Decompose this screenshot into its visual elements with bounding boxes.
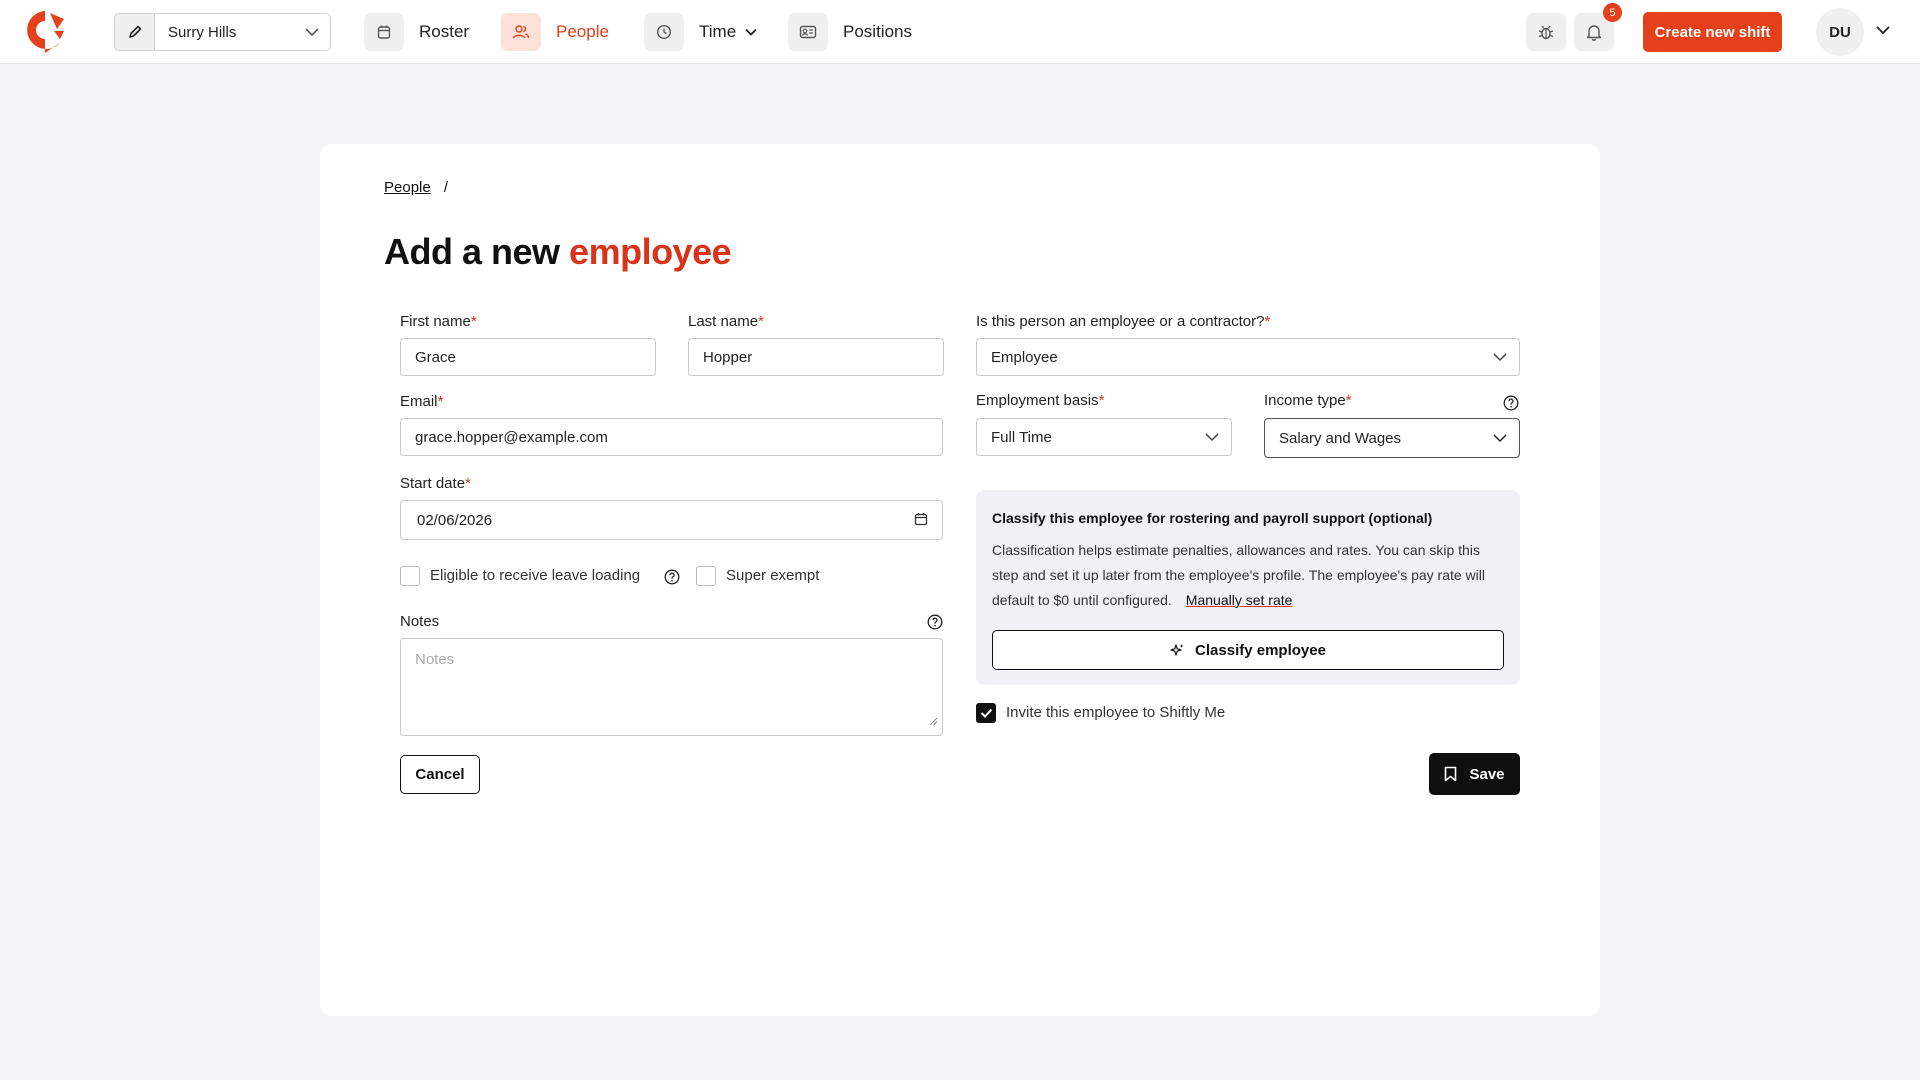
employment-basis-label: Employment basis*: [976, 392, 1104, 409]
notification-count-badge: 5: [1603, 3, 1622, 22]
first-name-label-text: First name: [400, 313, 471, 330]
income-type-label: Income type*: [1264, 392, 1352, 409]
classify-description: Classification helps estimate penalties,…: [992, 538, 1504, 613]
app-logo-icon[interactable]: [24, 9, 66, 55]
page-title-prefix: Add a new: [384, 231, 560, 272]
nav-positions[interactable]: Positions: [788, 13, 912, 51]
save-button[interactable]: Save: [1429, 753, 1520, 795]
income-type-label-text: Income type: [1264, 392, 1346, 409]
create-new-shift-button[interactable]: Create new shift: [1643, 12, 1782, 52]
email-input[interactable]: grace.hopper@example.com: [400, 418, 943, 456]
last-name-input[interactable]: Hopper: [688, 338, 944, 376]
bell-icon: [1586, 23, 1602, 41]
person-type-label: Is this person an employee or a contract…: [976, 313, 1270, 330]
nav-roster[interactable]: Roster: [364, 13, 469, 51]
notes-placeholder: Notes: [415, 651, 455, 668]
first-name-label: First name*: [400, 313, 477, 330]
required-marker: *: [437, 393, 444, 410]
top-nav-bar: Surry Hills Roster People Time Positions: [0, 0, 1920, 64]
nav-time[interactable]: Time: [644, 13, 757, 51]
classify-panel: Classify this employee for rostering and…: [976, 490, 1520, 685]
nav-roster-label: Roster: [419, 22, 470, 41]
start-date-label: Start date*: [400, 475, 471, 492]
last-name-label-text: Last name: [688, 313, 759, 330]
start-date-value: 02/06/2026: [417, 511, 493, 529]
email-label: Email*: [400, 393, 443, 410]
resize-handle-icon[interactable]: [929, 713, 938, 731]
start-date-label-text: Start date: [400, 475, 466, 492]
nav-positions-label: Positions: [843, 22, 912, 41]
manually-set-rate-link[interactable]: Manually set rate: [1186, 592, 1293, 608]
help-icon[interactable]: [927, 614, 943, 630]
classify-employee-label: Classify employee: [1195, 641, 1326, 659]
save-label: Save: [1469, 765, 1505, 783]
employment-basis-select[interactable]: Full Time: [976, 418, 1232, 456]
income-type-select[interactable]: Salary and Wages: [1264, 418, 1520, 458]
employment-basis-label-text: Employment basis: [976, 392, 1099, 409]
notes-textarea[interactable]: Notes: [400, 638, 943, 736]
required-marker: *: [465, 475, 471, 492]
email-value: grace.hopper@example.com: [415, 428, 608, 446]
chevron-down-icon: [1493, 430, 1507, 447]
last-name-value: Hopper: [703, 348, 753, 366]
invite-label: Invite this employee to Shiftly Me: [1006, 704, 1226, 721]
checkmark-icon: [980, 708, 993, 718]
breadcrumb-people-link[interactable]: People: [384, 179, 431, 196]
notifications-button[interactable]: 5: [1574, 3, 1622, 51]
location-name: Surry Hills: [168, 23, 237, 41]
clock-icon: [644, 13, 684, 51]
bug-report-button[interactable]: [1526, 13, 1566, 51]
people-icon: [501, 13, 541, 51]
id-card-icon: [788, 13, 828, 51]
last-name-label: Last name*: [688, 313, 764, 330]
user-avatar[interactable]: DU: [1816, 8, 1864, 56]
classify-title: Classify this employee for rostering and…: [992, 510, 1433, 526]
nav-people-label: People: [556, 22, 609, 41]
invite-checkbox[interactable]: [976, 703, 996, 723]
nav-people[interactable]: People: [501, 13, 609, 51]
chevron-down-icon: [1493, 349, 1507, 366]
calendar-icon: [364, 13, 404, 51]
location-select[interactable]: Surry Hills: [114, 13, 331, 51]
email-label-text: Email: [400, 393, 438, 410]
required-marker: *: [470, 313, 477, 330]
bookmark-icon: [1444, 766, 1457, 782]
chevron-down-icon: [745, 28, 757, 36]
help-icon[interactable]: [664, 569, 680, 585]
chevron-down-icon: [294, 27, 330, 37]
notes-label: Notes: [400, 613, 440, 630]
leave-loading-checkbox[interactable]: [400, 566, 420, 586]
breadcrumb: People /: [384, 179, 448, 196]
classify-employee-button[interactable]: Classify employee: [992, 630, 1504, 670]
income-type-value: Salary and Wages: [1279, 429, 1402, 447]
super-exempt-checkbox[interactable]: [696, 566, 716, 586]
chevron-down-icon: [1205, 429, 1219, 446]
bug-icon: [1537, 23, 1555, 41]
person-type-label-text: Is this person an employee or a contract…: [976, 313, 1265, 330]
super-exempt-label: Super exempt: [726, 567, 820, 584]
pencil-icon[interactable]: [115, 14, 155, 50]
page-title-accent: employee: [569, 231, 732, 272]
first-name-input[interactable]: Grace: [400, 338, 656, 376]
leave-loading-label: Eligible to receive leave loading: [430, 567, 641, 584]
first-name-value: Grace: [415, 348, 456, 366]
nav-time-label: Time: [699, 22, 737, 41]
required-marker: *: [1345, 392, 1352, 409]
required-marker: *: [758, 313, 764, 330]
person-type-value: Employee: [991, 348, 1058, 366]
required-marker: *: [1098, 392, 1105, 409]
person-type-select[interactable]: Employee: [976, 338, 1520, 376]
start-date-input[interactable]: 02/06/2026: [400, 500, 943, 540]
employment-basis-value: Full Time: [991, 428, 1052, 446]
breadcrumb-separator: /: [443, 179, 449, 196]
calendar-icon[interactable]: [914, 512, 928, 530]
sparkle-icon: [1170, 643, 1185, 658]
required-marker: *: [1264, 313, 1271, 330]
chevron-down-icon[interactable]: [1876, 22, 1890, 40]
page-title: Add a new employee: [384, 231, 732, 273]
help-icon[interactable]: [1503, 395, 1519, 411]
cancel-button[interactable]: Cancel: [400, 755, 480, 794]
